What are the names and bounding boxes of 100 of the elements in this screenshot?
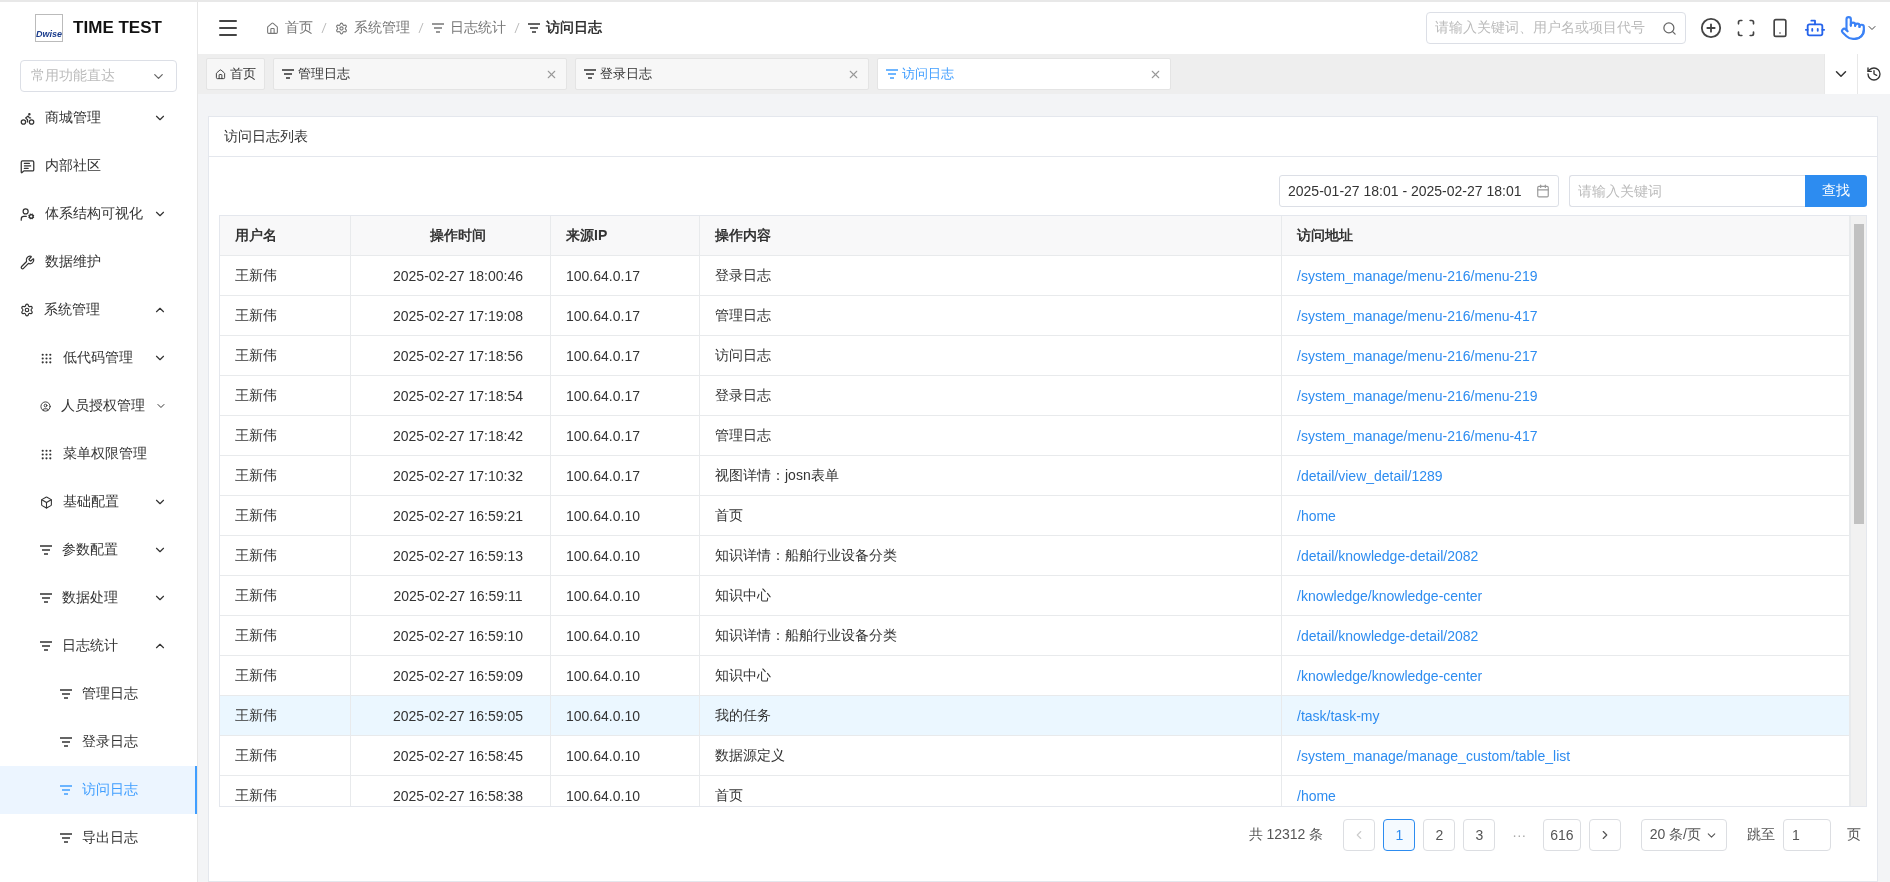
- scrollbar[interactable]: [1850, 216, 1866, 806]
- sidebar-item[interactable]: 参数配置: [0, 526, 197, 574]
- table-row[interactable]: 王新伟 2025-02-27 17:18:42 100.64.0.17 管理日志 /system_manage/menu-216/menu-417: [220, 416, 1850, 456]
- sidebar-item[interactable]: 人员授权管理: [0, 382, 197, 430]
- table-cell: 王新伟: [220, 776, 351, 806]
- breadcrumb-separator-icon: [321, 22, 327, 34]
- page-button[interactable]: 2: [1423, 819, 1456, 851]
- sidebar-item[interactable]: 低代码管理: [0, 334, 197, 382]
- breadcrumb-item[interactable]: 首页: [266, 19, 313, 37]
- table-cell: 知识详情：船舶行业设备分类: [700, 536, 1282, 575]
- address-link[interactable]: /system_manage/menu-216/menu-219: [1297, 267, 1538, 284]
- grid-dots-icon: [40, 447, 53, 461]
- table-row[interactable]: 王新伟 2025-02-27 17:19:08 100.64.0.17 管理日志 /system_manage/menu-216/menu-417: [220, 296, 1850, 336]
- table-cell: 王新伟: [220, 256, 351, 295]
- filter-icon: [60, 785, 72, 795]
- keyword-field[interactable]: 请输入关键词: [1569, 175, 1805, 207]
- table-cell: 王新伟: [220, 376, 351, 415]
- table-row[interactable]: 王新伟 2025-02-27 16:59:21 100.64.0.10 首页 /home: [220, 496, 1850, 536]
- table-cell: 2025-02-27 16:59:09: [351, 656, 551, 695]
- address-link[interactable]: /knowledge/knowledge-center: [1297, 667, 1483, 684]
- table-row[interactable]: 王新伟 2025-02-27 16:59:10 100.64.0.10 知识详情：船舶行业设备分类 /detail/knowledge-detail/2082: [220, 616, 1850, 656]
- sidebar-item[interactable]: 登录日志: [0, 718, 197, 766]
- table-row[interactable]: 王新伟 2025-02-27 17:18:56 100.64.0.17 访问日志 /system_manage/menu-216/menu-217: [220, 336, 1850, 376]
- tab[interactable]: 登录日志: [575, 58, 869, 90]
- address-link[interactable]: /system_manage/menu-216/menu-217: [1297, 347, 1538, 364]
- jump-label: 跳至: [1747, 826, 1775, 844]
- table-row[interactable]: 王新伟 2025-02-27 16:59:05 100.64.0.10 我的任务 /task/task-my: [220, 696, 1850, 736]
- table-row[interactable]: 王新伟 2025-02-27 16:59:13 100.64.0.10 知识详情：船舶行业设备分类 /detail/knowledge-detail/2082: [220, 536, 1850, 576]
- page-button[interactable]: 3: [1463, 819, 1496, 851]
- table-cell: 100.64.0.10: [551, 696, 700, 735]
- table-cell: 2025-02-27 16:59:10: [351, 616, 551, 655]
- filter-icon: [60, 689, 72, 699]
- sidebar-item[interactable]: 系统管理: [0, 286, 197, 334]
- sidebar-item[interactable]: 数据维护: [0, 238, 197, 286]
- brand-title: TIME TEST: [73, 18, 162, 38]
- sidebar-item[interactable]: 商城管理: [0, 94, 197, 142]
- sidebar-item[interactable]: 日志统计: [0, 622, 197, 670]
- page-size-select[interactable]: 20 条/页: [1640, 819, 1727, 851]
- table-cell: 王新伟: [220, 536, 351, 575]
- home-icon: [215, 68, 226, 80]
- table-cell: 王新伟: [220, 416, 351, 455]
- address-link[interactable]: /detail/knowledge-detail/2082: [1297, 627, 1479, 644]
- table-cell: 100.64.0.10: [551, 576, 700, 615]
- table-cell: 100.64.0.10: [551, 496, 700, 535]
- sidebar-item[interactable]: 体系结构可视化: [0, 190, 197, 238]
- address-link[interactable]: /system_manage/manage_custom/table_list: [1297, 747, 1571, 764]
- table-cell: 访问日志: [700, 336, 1282, 375]
- table-cell: 视图详情：josn表单: [700, 456, 1282, 495]
- breadcrumb-item[interactable]: 系统管理: [335, 19, 410, 37]
- phone-icon[interactable]: [1770, 18, 1790, 38]
- address-link[interactable]: /detail/knowledge-detail/2082: [1297, 547, 1479, 564]
- table-cell: 2025-02-27 17:18:54: [351, 376, 551, 415]
- address-link[interactable]: /detail/view_detail/1289: [1297, 467, 1443, 484]
- filter-icon: [60, 833, 72, 843]
- address-link[interactable]: /system_manage/menu-216/menu-417: [1297, 427, 1538, 444]
- column-header: 操作内容: [700, 216, 1282, 255]
- tab[interactable]: 管理日志: [273, 58, 567, 90]
- page-unit: 页: [1847, 826, 1861, 844]
- table-cell: 管理日志: [700, 296, 1282, 335]
- sidebar-item[interactable]: 导出日志: [0, 814, 197, 862]
- robot-icon[interactable]: [1804, 17, 1826, 39]
- sidebar-item[interactable]: 基础配置: [0, 478, 197, 526]
- page-jump-field[interactable]: 1: [1783, 819, 1831, 851]
- home-icon: [266, 21, 279, 35]
- address-link[interactable]: /home: [1297, 787, 1336, 804]
- table-row[interactable]: 王新伟 2025-02-27 16:58:45 100.64.0.10 数据源定义 /system_manage/manage_custom/table_list: [220, 736, 1850, 776]
- column-header: 操作时间: [351, 216, 551, 255]
- search-icon: [1662, 20, 1677, 36]
- table-cell: 2025-02-27 18:00:46: [351, 256, 551, 295]
- sidebar-item[interactable]: 内部社区: [0, 142, 197, 190]
- sidebar-item[interactable]: 菜单权限管理: [0, 430, 197, 478]
- table-cell: 王新伟: [220, 616, 351, 655]
- sidebar-item[interactable]: 管理日志: [0, 670, 197, 718]
- address-link[interactable]: /system_manage/menu-216/menu-417: [1297, 307, 1538, 324]
- hand-pointer-icon[interactable]: [1840, 15, 1866, 41]
- table-row[interactable]: 王新伟 2025-02-27 17:18:54 100.64.0.17 登录日志 /system_manage/menu-216/menu-219: [220, 376, 1850, 416]
- filter-icon: [282, 69, 294, 79]
- table-cell: 王新伟: [220, 696, 351, 735]
- address-link[interactable]: /system_manage/menu-216/menu-219: [1297, 387, 1538, 404]
- tab[interactable]: 首页: [206, 58, 265, 90]
- column-header: 来源IP: [551, 216, 700, 255]
- table-cell: 数据源定义: [700, 736, 1282, 775]
- breadcrumb-item: 访问日志: [528, 19, 602, 37]
- table-row[interactable]: 王新伟 2025-02-27 16:59:11 100.64.0.10 知识中心 /knowledge/knowledge-center: [220, 576, 1850, 616]
- add-icon[interactable]: [1700, 17, 1722, 39]
- sidebar-item[interactable]: 数据处理: [0, 574, 197, 622]
- date-range-field[interactable]: 2025-01-27 18:01 - 2025-02-27 18:01: [1279, 175, 1559, 207]
- address-link[interactable]: /knowledge/knowledge-center: [1297, 587, 1483, 604]
- table-row[interactable]: 王新伟 2025-02-27 17:10:32 100.64.0.17 视图详情：josn表单 /detail/view_detail/1289: [220, 456, 1850, 496]
- fullscreen-icon[interactable]: [1736, 18, 1756, 38]
- history-icon[interactable]: [1866, 66, 1882, 82]
- table-cell: 2025-02-27 16:59:21: [351, 496, 551, 535]
- address-link[interactable]: /home: [1297, 507, 1336, 524]
- logo: Dwise: [35, 14, 64, 42]
- table-cell: 100.64.0.10: [551, 536, 700, 575]
- table-row[interactable]: 王新伟 2025-02-27 16:59:09 100.64.0.10 知识中心 /knowledge/knowledge-center: [220, 656, 1850, 696]
- message-icon: [20, 158, 35, 174]
- page-button[interactable]: 616: [1543, 819, 1581, 851]
- breadcrumb-item[interactable]: 日志统计: [432, 19, 506, 37]
- table-row[interactable]: 王新伟 2025-02-27 18:00:46 100.64.0.17 登录日志 /system_manage/menu-216/menu-219: [220, 256, 1850, 296]
